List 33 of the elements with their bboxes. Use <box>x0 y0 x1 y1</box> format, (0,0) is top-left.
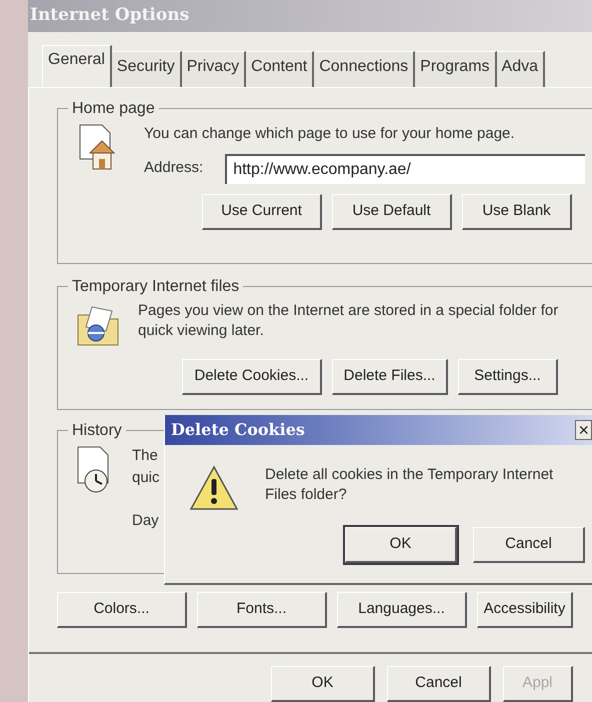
push-button[interactable]: Use Default <box>332 194 452 230</box>
tab[interactable]: Programs <box>415 51 497 87</box>
tab[interactable]: Privacy <box>182 51 246 87</box>
confirm-message: Delete all cookies in the Temporary Internet Files folder? <box>265 465 554 505</box>
window-title: Internet Options <box>30 4 190 28</box>
push-button[interactable]: Fonts... <box>197 592 327 628</box>
push-button[interactable]: Accessibility <box>477 592 573 628</box>
push-button[interactable]: Cancel <box>473 527 585 563</box>
description-text: You can change which page to use for your home page. <box>144 124 516 144</box>
tab[interactable]: Content <box>246 51 314 87</box>
address-field[interactable]: http://www.ecompany.ae/ <box>225 154 586 184</box>
dialog-title: Delete Cookies <box>171 419 305 441</box>
push-button[interactable]: Use Blank <box>462 194 572 230</box>
close-button[interactable]: × <box>575 420 592 440</box>
tab[interactable]: Adva <box>496 51 545 87</box>
address-label: Address: <box>144 158 204 178</box>
push-button[interactable]: Colors... <box>57 592 187 628</box>
push-button[interactable]: Use Current <box>202 194 322 230</box>
push-button[interactable]: Languages... <box>337 592 467 628</box>
push-button[interactable]: Cancel <box>387 666 491 702</box>
push-button[interactable]: Settings... <box>458 359 558 395</box>
push-button[interactable]: OK <box>271 666 375 702</box>
history-text: quic <box>132 468 160 488</box>
tab[interactable]: Security <box>112 51 182 87</box>
tab[interactable]: Connections <box>314 51 416 87</box>
warning-icon <box>189 465 239 511</box>
push-button[interactable]: Delete Cookies... <box>182 359 322 395</box>
description-text: Pages you view on the Internet are stored in a special folder for quick viewing later. <box>138 301 560 341</box>
push-button[interactable]: OK <box>345 527 457 563</box>
push-button[interactable]: Delete Files... <box>332 359 448 395</box>
history-text: The <box>132 446 159 466</box>
tab[interactable]: General <box>42 45 112 87</box>
days-label: Day <box>132 512 159 529</box>
